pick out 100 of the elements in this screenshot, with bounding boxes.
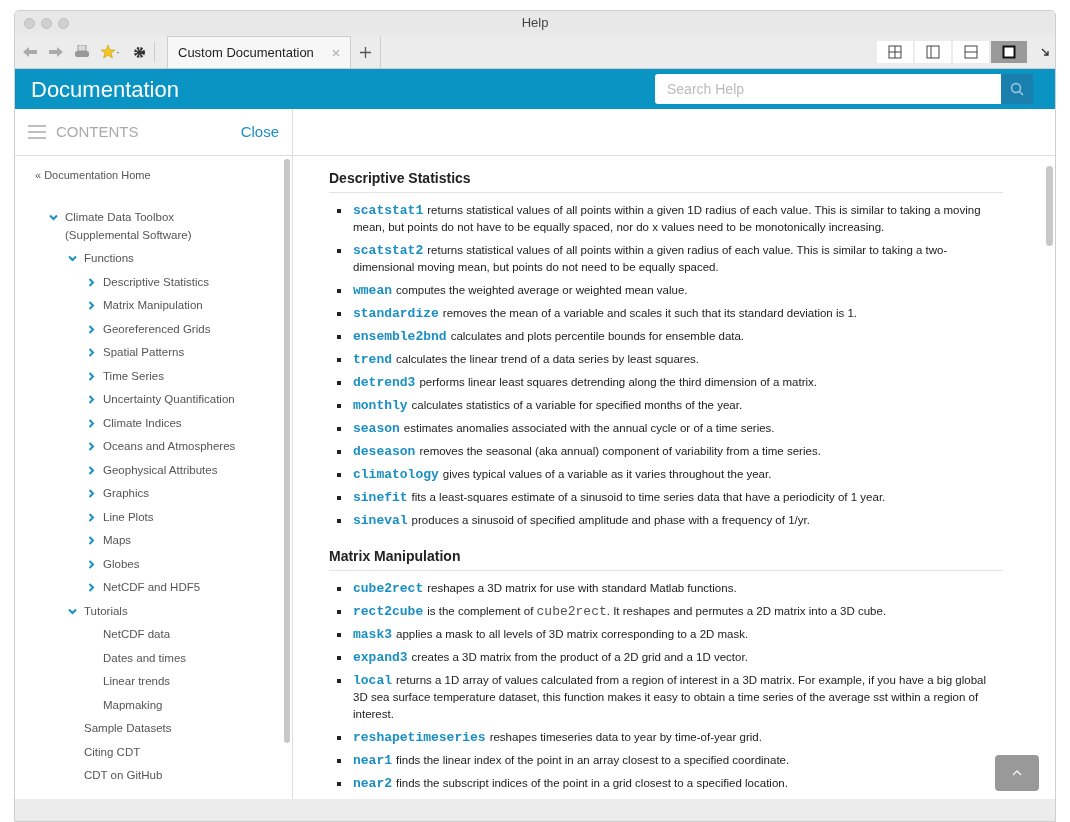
chevron-right-icon[interactable] <box>87 301 95 310</box>
tree-item[interactable]: CDT on GitHub <box>84 767 163 785</box>
tree-item[interactable]: Graphics <box>103 485 150 503</box>
tree-item[interactable]: Descriptive Statistics <box>103 273 210 291</box>
tree-item[interactable]: Line Plots <box>103 508 154 526</box>
back-arrow-icon[interactable] <box>23 47 37 57</box>
chevron-right-icon[interactable] <box>87 418 95 428</box>
tree-item[interactable]: Georeferenced Grids <box>103 320 211 338</box>
forward-arrow-icon[interactable] <box>49 47 63 57</box>
function-link[interactable]: season <box>353 421 400 436</box>
function-link[interactable]: trend <box>353 352 392 367</box>
tree-item[interactable]: Oceans and Atmospheres <box>103 438 236 456</box>
function-description: reshapetimeseries reshapes timeseries data to year by time-of-year grid. <box>353 729 762 746</box>
bullet-icon <box>337 496 341 500</box>
function-description: wmean computes the weighted average or weighted mean value. <box>353 282 688 299</box>
home-link[interactable]: « Documentation Home <box>35 169 151 181</box>
function-link[interactable]: standardize <box>353 306 439 321</box>
chevron-right-icon[interactable] <box>87 442 95 451</box>
function-description: expand3 creates a 3D matrix from the product of a 2D grid and a 1D vector. <box>353 649 748 666</box>
function-link[interactable]: wmean <box>353 283 392 298</box>
chevron-right-icon[interactable] <box>87 324 95 334</box>
bullet-icon <box>337 782 341 786</box>
function-link[interactable]: local <box>353 673 392 688</box>
layout-button[interactable] <box>991 41 1027 63</box>
function-link[interactable]: monthly <box>353 398 408 413</box>
function-link[interactable]: near2 <box>353 776 392 791</box>
function-description: deseason removes the seasonal (aka annual) component of variability from a time series. <box>353 443 821 460</box>
chevron-right-icon[interactable] <box>87 465 95 475</box>
tree-item[interactable]: Maps <box>103 532 132 550</box>
tree-item[interactable]: Sample Datasets <box>84 720 172 738</box>
expand-arrow-icon[interactable] <box>1041 48 1049 56</box>
function-link[interactable]: rect2cube <box>353 604 424 619</box>
function-link[interactable]: sineval <box>353 513 408 528</box>
chevron-down-icon[interactable] <box>67 607 77 615</box>
function-link[interactable]: ensemble2bnd <box>353 329 447 344</box>
tree-item[interactable]: Tutorials <box>84 602 128 620</box>
menu-icon[interactable] <box>28 125 46 139</box>
chevron-right-icon[interactable] <box>87 583 95 592</box>
chevron-right-icon[interactable] <box>87 512 95 522</box>
function-description: near1 finds the linear index of the point in an array closest to a specified coordinate. <box>353 752 790 769</box>
bullet-icon <box>337 404 341 408</box>
document-tab[interactable]: Custom Documentation <box>167 36 351 68</box>
chevron-right-icon[interactable] <box>87 536 95 545</box>
section-heading: Matrix Manipulation <box>329 548 461 564</box>
search-icon <box>1010 82 1024 96</box>
tree-item[interactable]: Matrix Manipulation <box>103 297 203 315</box>
function-link[interactable]: scatstat2 <box>353 243 424 258</box>
page-title: Documentation <box>31 75 179 104</box>
plus-icon[interactable] <box>359 46 371 58</box>
chevron-right-icon[interactable] <box>87 395 95 404</box>
function-link[interactable]: expand3 <box>353 650 408 665</box>
bullet-icon <box>337 381 341 385</box>
scrollbar-thumb[interactable] <box>284 159 290 743</box>
bullet-icon <box>337 209 341 213</box>
tree-item[interactable]: Citing CDT <box>84 743 141 761</box>
chevron-right-icon[interactable] <box>87 371 95 381</box>
function-link[interactable]: mask3 <box>353 627 392 642</box>
chevron-right-icon[interactable] <box>87 559 95 569</box>
star-icon[interactable] <box>101 45 121 59</box>
tree-item[interactable]: Spatial Patterns <box>103 344 185 362</box>
tree-item[interactable]: Geophysical Attributes <box>103 461 218 479</box>
function-link[interactable]: climatology <box>353 467 439 482</box>
scrollbar-thumb[interactable] <box>1045 166 1053 246</box>
tree-item[interactable]: Globes <box>103 555 140 573</box>
chevron-right-icon[interactable] <box>87 348 95 357</box>
section-heading: Descriptive Statistics <box>329 170 471 186</box>
tree-item[interactable]: Linear trends <box>103 673 171 691</box>
bullet-icon <box>337 249 341 253</box>
bullet-icon <box>337 736 341 740</box>
function-link[interactable]: sinefit <box>353 490 408 505</box>
chevron-down-icon[interactable] <box>48 214 58 221</box>
tree-item[interactable]: Climate Data Toolbox (Supplemental Software) <box>65 209 215 244</box>
function-link[interactable]: scatstat1 <box>353 203 424 218</box>
tree-item[interactable]: Dates and times <box>103 649 187 667</box>
search-button[interactable] <box>1001 74 1033 104</box>
function-link[interactable]: near1 <box>353 753 392 768</box>
function-link[interactable]: cube2rect <box>353 581 424 596</box>
function-link[interactable]: deseason <box>353 444 416 459</box>
chevron-right-icon[interactable] <box>87 489 95 498</box>
close-link[interactable]: Close <box>240 120 279 144</box>
tree-item[interactable]: Time Series <box>103 367 164 385</box>
tree-item[interactable]: Uncertainty Quantification <box>103 391 235 409</box>
tree-item[interactable]: NetCDF data <box>103 626 171 644</box>
chevron-right-icon[interactable] <box>87 277 95 287</box>
function-description: rect2cube is the complement of cube2rect. It reshapes and permutes a 2D matrix into a 3D cube. <box>353 603 887 620</box>
chevron-down-icon[interactable] <box>67 255 77 262</box>
tree-item[interactable]: NetCDF and HDF5 <box>103 579 201 597</box>
printer-icon[interactable] <box>75 45 89 59</box>
layout-icon <box>1002 45 1016 59</box>
function-link[interactable]: detrend3 <box>353 375 416 390</box>
function-description: local returns a 1D array of values calculated from a region of interest in a 3D matrix. For example, if you have a big global 3D sea surface temperature dataset, this function makes it easy to obtain a time series of the average sst within a region of interest. <box>353 672 987 722</box>
tree-item[interactable]: Functions <box>84 250 134 268</box>
tree-item[interactable]: Mapmaking <box>103 696 163 714</box>
function-description: scatstat2 returns statistical values of all points within a given radius of each value. This is similar to taking a two-dimensional moving mean, but points do not need to be equally spaced. <box>353 242 949 275</box>
function-description: mask3 applies a mask to all levels of 3D matrix corresponding to a 2D mask. <box>353 626 749 643</box>
gear-icon[interactable] <box>133 45 146 59</box>
search-field[interactable]: Search Help <box>655 74 1001 104</box>
tree-item[interactable]: Climate Indices <box>103 414 182 432</box>
function-link[interactable]: reshapetimeseries <box>353 730 486 745</box>
layout-icon <box>926 45 940 59</box>
